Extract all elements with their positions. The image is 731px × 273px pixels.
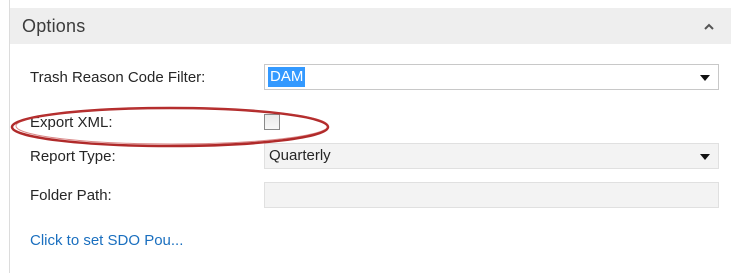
export-xml-row: Export XML: — [30, 109, 720, 137]
export-xml-label: Export XML: — [30, 114, 113, 131]
chevron-up-icon[interactable] — [703, 22, 715, 32]
options-section-header[interactable]: Options — [10, 8, 731, 44]
chevron-down-icon[interactable] — [700, 75, 710, 81]
folder-path-input[interactable] — [264, 182, 719, 208]
section-title: Options — [22, 16, 86, 36]
chevron-down-icon[interactable] — [700, 154, 710, 160]
report-type-value: Quarterly — [269, 147, 331, 164]
report-type-combobox[interactable]: Quarterly — [264, 143, 719, 169]
folder-path-row: Folder Path: — [30, 182, 720, 210]
trash-reason-label: Trash Reason Code Filter: — [30, 69, 206, 86]
trash-reason-combobox[interactable]: DAM — [264, 64, 719, 90]
set-sdo-link[interactable]: Click to set SDO Pou... — [30, 232, 183, 249]
report-type-row: Report Type: Quarterly — [30, 143, 720, 171]
export-xml-checkbox[interactable] — [264, 114, 280, 130]
trash-reason-value: DAM — [268, 67, 306, 87]
report-type-label: Report Type: — [30, 148, 116, 165]
trash-reason-row: Trash Reason Code Filter: DAM — [30, 64, 720, 92]
folder-path-label: Folder Path: — [30, 187, 112, 204]
